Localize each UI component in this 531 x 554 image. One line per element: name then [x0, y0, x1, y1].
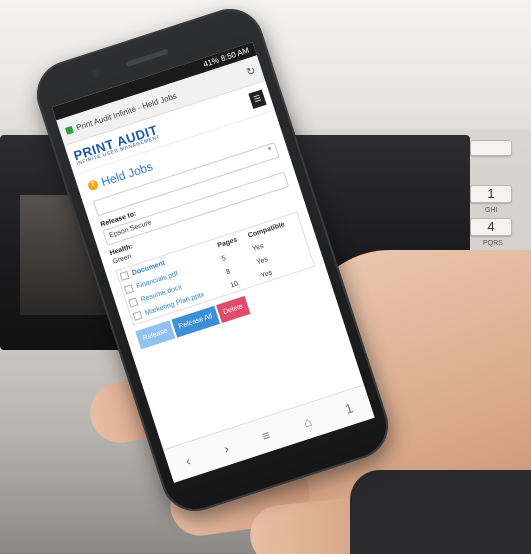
photo-scene: 1 GHI 4 PQRS 41% 8:50 AM Print Audit Inf… — [0, 0, 531, 554]
front-camera-icon — [90, 68, 101, 79]
select-all-checkbox[interactable] — [119, 270, 130, 281]
tabs-icon[interactable]: 1 — [343, 400, 355, 417]
printer-key-1: 1 — [470, 185, 512, 203]
row-checkbox[interactable] — [123, 284, 134, 295]
release-button[interactable]: Release — [135, 320, 176, 350]
back-icon[interactable]: ‹ — [183, 453, 192, 469]
sleeve — [350, 470, 531, 554]
menu-icon[interactable]: ≡ — [260, 427, 272, 444]
printer-key-label: PQRS — [483, 240, 503, 247]
printer-key-blank — [470, 140, 512, 156]
speaker-grille — [125, 48, 170, 67]
home-icon[interactable]: ⌂ — [301, 413, 313, 430]
secure-lock-icon — [64, 125, 74, 135]
hamburger-menu-button[interactable]: ☰ — [248, 89, 267, 109]
row-checkbox[interactable] — [132, 310, 143, 321]
printer-key-4: 4 — [470, 218, 512, 236]
help-icon[interactable]: ? — [86, 178, 100, 192]
printer-key-sub: GHI — [485, 207, 498, 214]
delete-button[interactable]: Delete — [215, 295, 251, 324]
forward-icon[interactable]: › — [222, 440, 231, 456]
row-checkbox[interactable] — [128, 297, 139, 308]
